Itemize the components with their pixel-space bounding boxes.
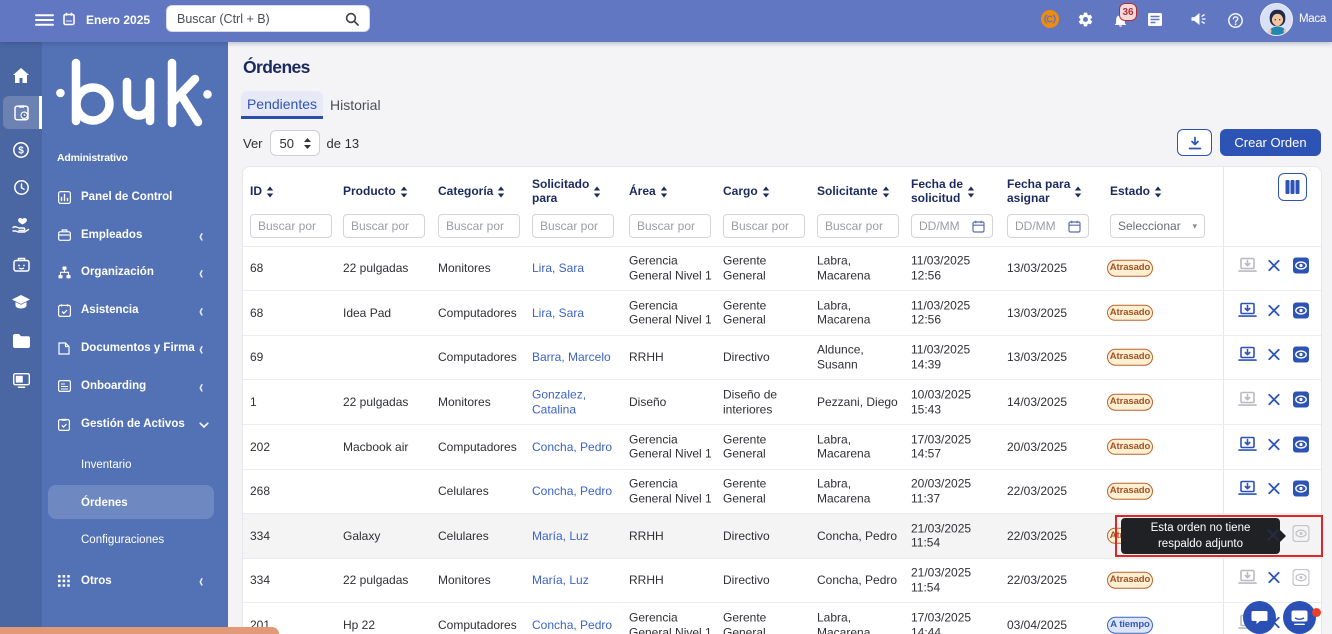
svg-text:$: $ — [18, 146, 24, 157]
